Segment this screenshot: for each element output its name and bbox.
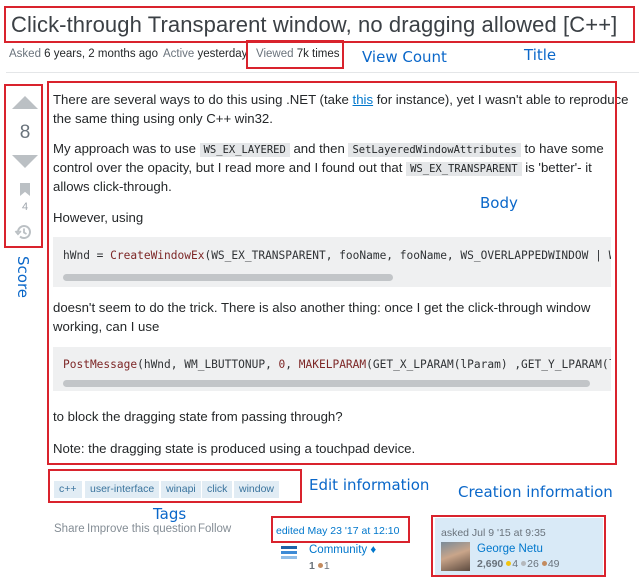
reputation-score: 1 [309, 560, 315, 572]
community-avatar-icon[interactable] [281, 545, 297, 561]
asked-label: Asked [9, 48, 41, 60]
active-meta: Active yesterday [163, 48, 247, 60]
moderator-diamond-icon: ♦ [370, 544, 377, 556]
tags-annotation-box [48, 469, 302, 503]
creation-annotation-box [431, 515, 606, 577]
score-annotation-label: Score [14, 256, 32, 299]
follow-link[interactable]: Follow [198, 523, 231, 535]
edit-information-annotation-label: Edit information [309, 476, 430, 494]
share-link[interactable]: Share [54, 523, 85, 535]
edit-annotation-box [271, 516, 410, 543]
community-reputation: 11 [309, 560, 330, 572]
active-value[interactable]: yesterday [198, 48, 248, 60]
asked-meta: Asked 6 years, 2 months ago [9, 48, 158, 60]
tags-annotation-label: Tags [153, 505, 187, 523]
title-annotation-label: Title [524, 46, 557, 64]
body-annotation-label: Body [480, 194, 518, 212]
asked-value: 6 years, 2 months ago [44, 48, 158, 60]
header-divider [6, 72, 639, 73]
active-label: Active [163, 48, 195, 60]
editor-name[interactable]: Community [309, 544, 367, 556]
improve-question-link[interactable]: Improve this question [87, 523, 196, 535]
community-user-name[interactable]: Community ♦ [309, 544, 376, 556]
bronze-badge-count: 1 [323, 560, 330, 572]
creation-information-annotation-label: Creation information [458, 483, 613, 501]
view-count-annotation-label: View Count [362, 48, 447, 66]
view-count-annotation-box [246, 40, 344, 69]
score-annotation-box [4, 84, 43, 248]
title-annotation-box [4, 6, 635, 43]
bronze-badge-icon [317, 563, 323, 568]
body-annotation-box [47, 81, 617, 465]
